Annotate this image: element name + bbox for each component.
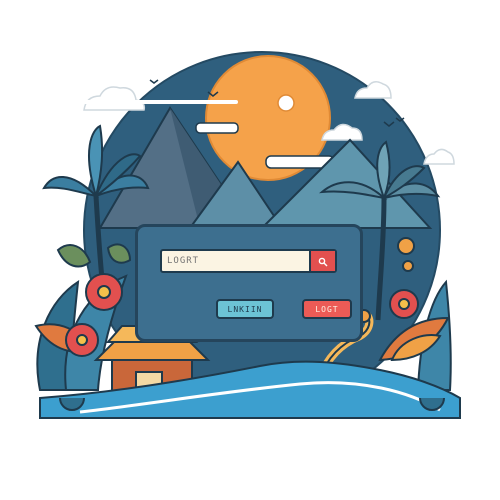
login-button-label: LNKIIN <box>227 304 263 314</box>
search-icon <box>318 252 328 271</box>
login-button[interactable]: LNKIIN <box>216 299 274 319</box>
search-input[interactable] <box>162 251 310 271</box>
search-box <box>160 249 337 273</box>
water-waves <box>39 360 461 419</box>
search-button[interactable] <box>309 251 335 271</box>
logout-button[interactable]: LOGT <box>302 299 352 319</box>
logout-button-label: LOGT <box>315 304 339 314</box>
login-panel: LNKIIN LOGT <box>135 224 363 342</box>
